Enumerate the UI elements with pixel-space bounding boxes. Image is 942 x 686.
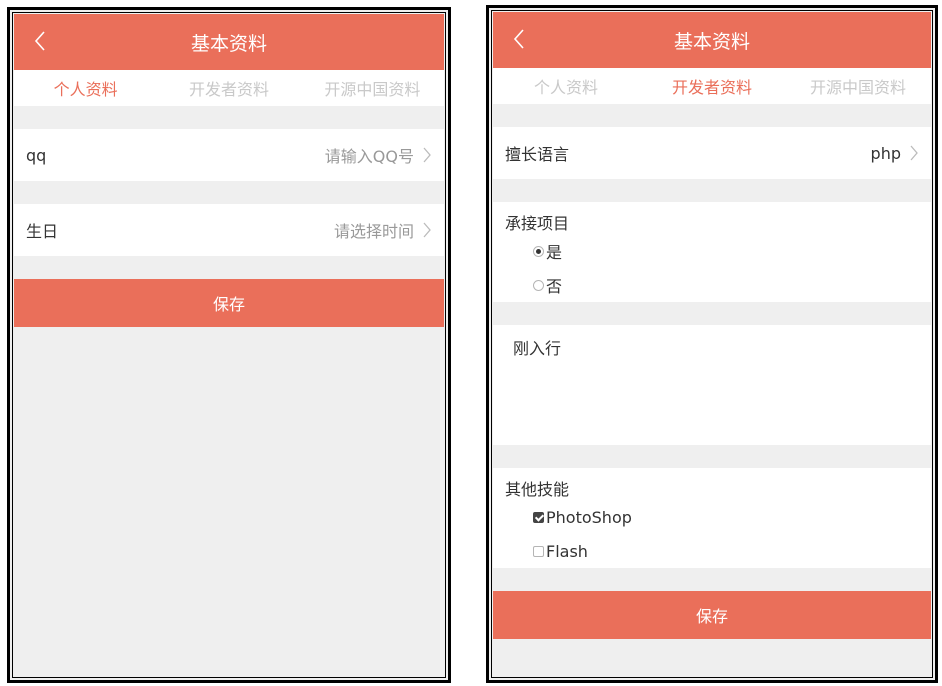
divider xyxy=(14,256,444,279)
radio-no[interactable] xyxy=(533,279,544,291)
radio-no-label: 否 xyxy=(546,277,563,296)
language-select[interactable]: php xyxy=(871,144,919,163)
project-title: 承接项目 xyxy=(505,214,570,233)
divider xyxy=(493,568,931,591)
divider xyxy=(493,104,931,127)
chevron-right-icon xyxy=(423,147,431,163)
header-bar: 基本资料 xyxy=(493,12,931,68)
qq-row[interactable]: qq 请输入QQ号 xyxy=(14,129,444,181)
project-option-no[interactable]: 否 xyxy=(533,268,919,302)
save-button[interactable]: 保存 xyxy=(14,279,444,327)
checkbox-photoshop[interactable] xyxy=(533,511,544,523)
experience-textarea[interactable]: 刚入行 xyxy=(493,325,931,445)
skill-option-photoshop[interactable]: PhotoShop xyxy=(533,500,919,534)
chevron-right-icon xyxy=(910,145,918,161)
chevron-right-icon xyxy=(423,222,431,238)
header-bar: 基本资料 xyxy=(14,14,444,70)
divider xyxy=(14,181,444,204)
skills-title: 其他技能 xyxy=(505,480,570,499)
tab-developer-info[interactable]: 开发者资料 xyxy=(157,76,300,100)
checkbox-flash-label: Flash xyxy=(546,541,588,561)
tab-personal-info[interactable]: 个人资料 xyxy=(493,74,639,98)
personal-info-screen: 基本资料 个人资料 开发者资料 开源中国资料 qq 请输入QQ号 生日 请选择时… xyxy=(7,7,451,683)
page-title: 基本资料 xyxy=(190,32,267,55)
tab-oschina-info[interactable]: 开源中国资料 xyxy=(785,74,931,98)
qq-label: qq xyxy=(26,145,47,165)
project-section: 承接项目 是 否 xyxy=(493,202,931,302)
radio-yes[interactable] xyxy=(533,245,544,257)
divider xyxy=(14,106,444,129)
qq-input[interactable]: 请输入QQ号 xyxy=(325,143,432,167)
project-option-yes[interactable]: 是 xyxy=(533,234,919,268)
divider xyxy=(493,302,931,325)
page-title: 基本资料 xyxy=(673,30,750,53)
tab-bar: 个人资料 开发者资料 开源中国资料 xyxy=(493,68,931,104)
chevron-left-icon xyxy=(34,31,45,51)
back-button[interactable] xyxy=(507,24,531,54)
language-value: php xyxy=(870,143,901,163)
tab-bar: 个人资料 开发者资料 开源中国资料 xyxy=(14,70,444,106)
tab-oschina-info[interactable]: 开源中国资料 xyxy=(301,76,444,100)
divider xyxy=(493,445,931,468)
tab-developer-info[interactable]: 开发者资料 xyxy=(639,74,785,98)
checkbox-flash[interactable] xyxy=(533,545,544,557)
tab-personal-info[interactable]: 个人资料 xyxy=(14,76,157,100)
birthday-picker[interactable]: 请选择时间 xyxy=(334,218,432,242)
developer-info-screen: 基本资料 个人资料 开发者资料 开源中国资料 擅长语言 php 承接项目 是 否… xyxy=(486,5,938,683)
checkbox-photoshop-label: PhotoShop xyxy=(546,507,632,527)
divider xyxy=(493,179,931,202)
skill-option-flash[interactable]: Flash xyxy=(533,534,919,568)
birthday-row[interactable]: 生日 请选择时间 xyxy=(14,204,444,256)
qq-placeholder: 请输入QQ号 xyxy=(324,147,414,166)
birthday-placeholder: 请选择时间 xyxy=(333,222,414,241)
save-button[interactable]: 保存 xyxy=(493,591,931,639)
language-row[interactable]: 擅长语言 php xyxy=(493,127,931,179)
radio-yes-label: 是 xyxy=(546,243,563,262)
back-button[interactable] xyxy=(28,26,52,56)
language-label: 擅长语言 xyxy=(505,145,570,164)
chevron-left-icon xyxy=(513,29,524,49)
birthday-label: 生日 xyxy=(26,222,59,241)
skills-section: 其他技能 PhotoShop Flash xyxy=(493,468,931,568)
